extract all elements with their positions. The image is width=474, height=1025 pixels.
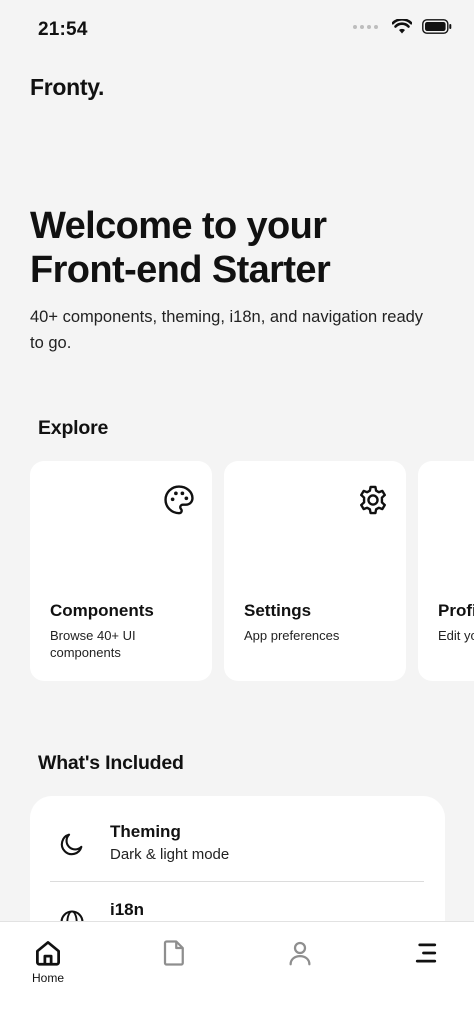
bottom-tab-bar: Home bbox=[0, 921, 474, 1025]
tab-profile[interactable] bbox=[270, 938, 330, 998]
card-title: Settings bbox=[244, 601, 312, 620]
tab-home[interactable]: Home bbox=[18, 938, 78, 998]
card-description: Browse 40+ UI components bbox=[50, 628, 136, 660]
included-item-theming[interactable]: Theming Dark & light mode bbox=[30, 796, 445, 876]
cellular-signal-icon bbox=[353, 24, 378, 29]
explore-card-components[interactable]: Components Browse 40+ UI components bbox=[30, 461, 212, 681]
card-title: Components bbox=[50, 601, 154, 620]
status-bar: 21:54 bbox=[0, 0, 474, 60]
hero-title-line2: Front-end Starter bbox=[30, 249, 331, 291]
tab-label: Home bbox=[31, 971, 64, 985]
hero-subtitle: 40+ components, theming, i18n, and navig… bbox=[30, 308, 424, 352]
status-indicators bbox=[353, 19, 452, 34]
card-description: Edit your profile bbox=[438, 628, 474, 643]
card-description: App preferences bbox=[244, 628, 340, 643]
brand-logo: Fronty. bbox=[30, 74, 105, 100]
hero-title: Welcome to your Front-end Starter bbox=[30, 204, 450, 292]
explore-card-settings[interactable]: Settings App preferences bbox=[224, 461, 406, 681]
explore-carousel[interactable]: Components Browse 40+ UI components Sett… bbox=[30, 461, 474, 681]
explore-card-profile[interactable]: Profile Edit your profile bbox=[418, 461, 474, 681]
app-screen: 21:54 Fronty. Welcome to your Front-end … bbox=[0, 0, 474, 1025]
palette-icon bbox=[164, 485, 194, 515]
home-icon bbox=[36, 941, 60, 966]
item-title: Theming bbox=[110, 822, 181, 841]
included-section-title: What's Included bbox=[38, 752, 184, 774]
card-title: Profile bbox=[438, 601, 474, 620]
document-icon bbox=[163, 940, 184, 966]
tab-documents[interactable] bbox=[144, 938, 204, 998]
item-description: Dark & light mode bbox=[110, 846, 230, 863]
person-icon bbox=[289, 941, 311, 966]
moon-icon bbox=[60, 833, 83, 856]
wifi-icon bbox=[392, 19, 412, 34]
item-title: i18n bbox=[110, 900, 145, 919]
gear-icon bbox=[360, 485, 386, 515]
menu-icon bbox=[415, 943, 437, 963]
battery-icon bbox=[422, 19, 452, 34]
explore-section-title: Explore bbox=[38, 417, 109, 439]
hero-title-line1: Welcome to your bbox=[30, 205, 327, 247]
status-time: 21:54 bbox=[38, 19, 88, 40]
tab-menu[interactable] bbox=[396, 938, 456, 998]
